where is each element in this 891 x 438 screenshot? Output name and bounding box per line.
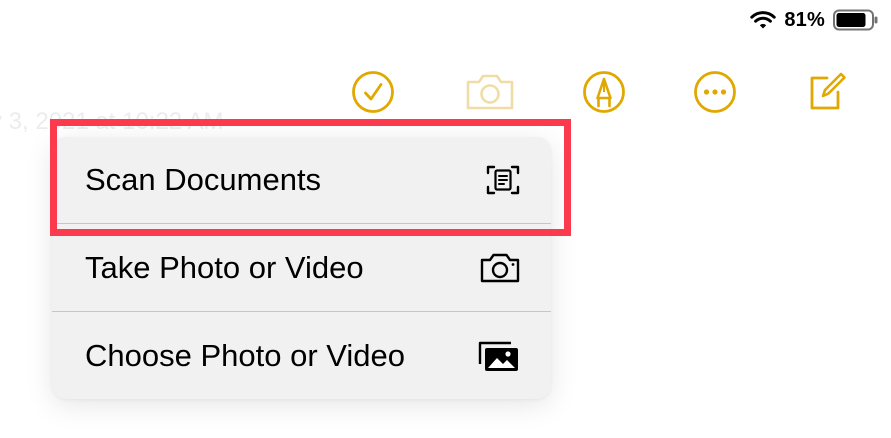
pen-tip-circle-icon [583,71,625,113]
scan-document-icon [485,163,521,197]
checkmark-circle-icon [352,71,394,113]
markup-button[interactable] [582,70,626,114]
battery-percentage: 81% [784,8,825,31]
note-date-text: y 3, 2021 at 10:22 AM [0,108,224,135]
menu-item-scan-documents[interactable]: Scan Documents [52,137,551,223]
compose-button[interactable] [804,70,848,114]
more-button[interactable] [693,70,737,114]
status-bar: 81% [750,6,879,34]
menu-item-label: Take Photo or Video [85,249,364,285]
menu-item-label: Choose Photo or Video [85,337,405,373]
camera-button[interactable] [464,70,516,114]
checklist-button[interactable] [351,70,395,114]
photo-library-icon [477,339,521,373]
wifi-icon [750,10,777,30]
menu-item-take-photo[interactable]: Take Photo or Video [52,224,551,311]
camera-options-menu: Scan Documents Take Photo or Video Choos… [52,137,551,399]
ellipsis-circle-icon [694,71,736,113]
camera-icon [479,252,521,284]
menu-item-label: Scan Documents [85,162,322,197]
menu-item-choose-photo[interactable]: Choose Photo or Video [52,312,551,399]
compose-icon [810,72,846,110]
battery-icon [833,9,879,31]
camera-icon [466,74,514,110]
